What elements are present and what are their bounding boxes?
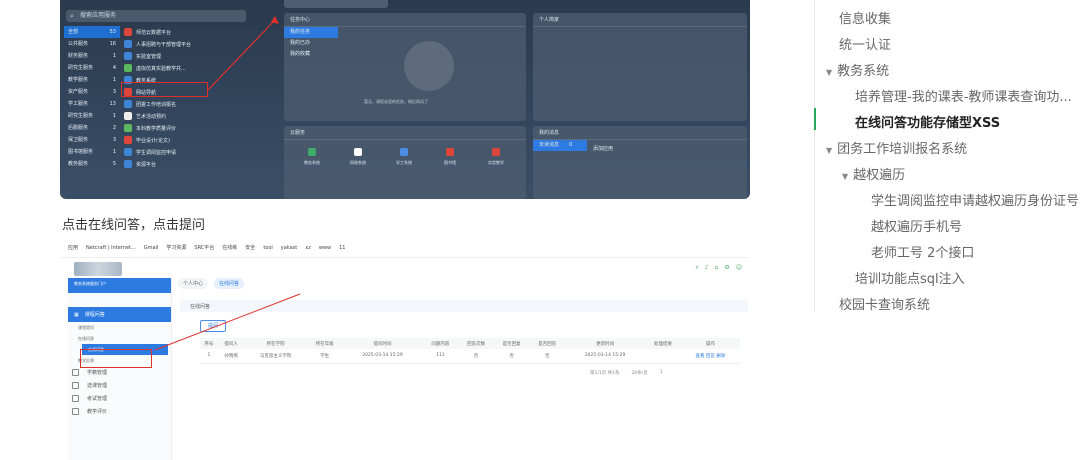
chevron-down-icon[interactable]: ▼ [826,68,832,77]
toc-label: 学生调阅监控申请越权遍历身份证号 [871,194,1080,209]
toc-label: 校园卡查询系统 [839,298,931,313]
toc-item[interactable]: 学生调阅监控申请越权遍历身份证号 [871,190,1079,209]
screenshot-portal: ⌕ 搜索应用服务 全部 53 公共服务 16 财务服务 1 研究生服务 4 教学服务 1 资产服务 3… [60,0,750,199]
toc-label: 信息收集 [839,12,892,27]
toc-item[interactable]: 培训功能点sql注入 [855,268,965,287]
toc-label: 越权遍历 [853,168,906,183]
toc-item[interactable]: 在线问答功能存储型XSS [855,112,1000,131]
toc-item[interactable]: 培养管理-我的课表-教师课表查询功... [855,86,1072,105]
toc-item[interactable]: 校园卡查询系统 [839,294,930,313]
chevron-down-icon[interactable]: ▼ [826,146,832,155]
chevron-down-icon[interactable]: ▼ [842,172,848,181]
toc-label: 团务工作培训报名系统 [837,142,968,157]
toc-item[interactable]: ▼ 越权遍历 [842,164,905,183]
toc-item[interactable]: ▼ 团务工作培训报名系统 [826,138,967,157]
screenshot-admin: 应用 Netcraft | Internet... Gmail 学习资源 SRC平台 在线… [60,238,750,460]
toc-item[interactable]: 信息收集 [839,8,891,27]
toc-item[interactable]: ▼ 教务系统 [826,60,889,79]
toc-item[interactable]: 越权遍历手机号 [871,216,962,235]
toc-item[interactable]: 统一认证 [839,34,891,53]
toc-label: 教务系统 [837,64,890,79]
toc-label: 老师工号 2个接口 [871,246,975,261]
toc-label: 统一认证 [839,38,892,53]
caption-text: 点击在线问答，点击提问 [62,218,206,233]
toc-label: 培养管理-我的课表-教师课表查询功... [855,90,1072,105]
toc-label: 越权遍历手机号 [871,220,963,235]
toc-label: 培训功能点sql注入 [855,272,965,287]
red-arrow [154,293,301,351]
active-indicator [814,108,816,130]
toc-item[interactable]: 老师工号 2个接口 [871,242,974,261]
table-of-contents: 信息收集统一认证 ▼ 教务系统培养管理-我的课表-教师课表查询功... 在线问答功能存… [814,0,1080,313]
toc-label: 在线问答功能存储型XSS [855,116,1001,131]
red-arrow [207,16,279,91]
